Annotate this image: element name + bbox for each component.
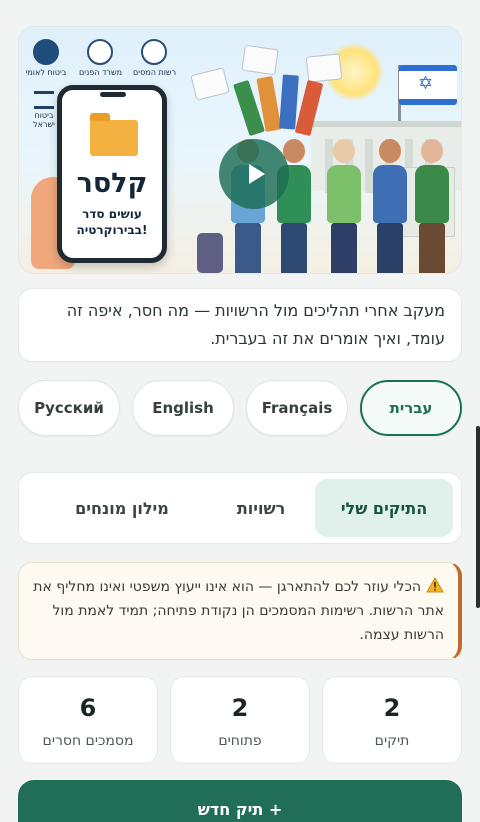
phone-app-title: קלסר [76, 168, 148, 199]
intro-card: מעקב אחרי תהליכים מול הרשויות — מה חסר, … [18, 288, 462, 362]
lang-french-button[interactable]: Français [246, 380, 348, 436]
lang-hebrew-button[interactable]: עברית [360, 380, 462, 436]
stat-card-open[interactable]: 2 פתוחים [170, 676, 310, 764]
logo-label: ביטוח לאומי [25, 68, 67, 77]
stat-value: 6 [79, 694, 97, 722]
phone-tagline: עושים סדר בבירוקרטיה! [76, 207, 148, 237]
stat-card-files[interactable]: 2 תיקים [322, 676, 462, 764]
stat-label: תיקים [374, 733, 410, 749]
language-selector: עברית Français English Русский [18, 380, 462, 436]
stat-label: מסמכים חסרים [42, 733, 134, 749]
new-file-button[interactable]: + תיק חדש [18, 780, 462, 822]
stat-value: 2 [231, 694, 249, 722]
suitcase-illustration [197, 233, 223, 273]
play-icon[interactable] [219, 139, 289, 209]
lang-russian-button[interactable]: Русский [18, 380, 120, 436]
disclaimer-notice: הכלי עוזר לכם להתארגן — הוא אינו ייעוץ מ… [18, 562, 462, 660]
logo-label: משרד הפנים [79, 68, 123, 77]
authority-logos: ביטוח לאומי משרד הפנים רשות המסים [25, 39, 177, 77]
lang-english-button[interactable]: English [132, 380, 234, 436]
bituach-leumi-logo-icon: ביטוח לאומי [25, 39, 67, 77]
tax-authority-logo-icon: רשות המסים [133, 39, 177, 77]
phone-illustration: קלסר עושים סדר בבירוקרטיה! [57, 85, 167, 263]
bituach-israel-logo-icon: ביטוח ישראל [27, 91, 61, 129]
main-tabs: התיקים שלי רשויות מילון מונחים [18, 472, 462, 544]
new-file-label: + תיק חדש [197, 800, 283, 819]
warning-icon [426, 577, 444, 593]
app-page: ✡ בנק ביטוח לאומי משרד הפנים רשות המסים [0, 0, 480, 822]
interior-ministry-emblem-icon: משרד הפנים [79, 39, 123, 77]
hero-banner-video[interactable]: ✡ בנק ביטוח לאומי משרד הפנים רשות המסים [18, 26, 462, 274]
stats-row: 2 תיקים 2 פתוחים 6 מסמכים חסרים [18, 676, 462, 764]
scrollbar-thumb[interactable] [476, 426, 480, 608]
stat-value: 2 [383, 694, 401, 722]
folder-icon [90, 113, 138, 156]
israel-flag-icon: ✡ [399, 65, 457, 105]
disclaimer-text: הכלי עוזר לכם להתארגן — הוא אינו ייעוץ מ… [33, 579, 444, 643]
logo-label: רשות המסים [133, 68, 177, 77]
stat-card-missing-docs[interactable]: 6 מסמכים חסרים [18, 676, 158, 764]
stat-label: פתוחים [218, 733, 262, 749]
tab-authorities[interactable]: רשויות [207, 479, 315, 537]
tab-glossary[interactable]: מילון מונחים [37, 479, 207, 537]
tab-my-files[interactable]: התיקים שלי [315, 479, 453, 537]
logo-label: ביטוח ישראל [33, 111, 55, 129]
intro-text: מעקב אחרי תהליכים מול הרשויות — מה חסר, … [66, 301, 445, 348]
